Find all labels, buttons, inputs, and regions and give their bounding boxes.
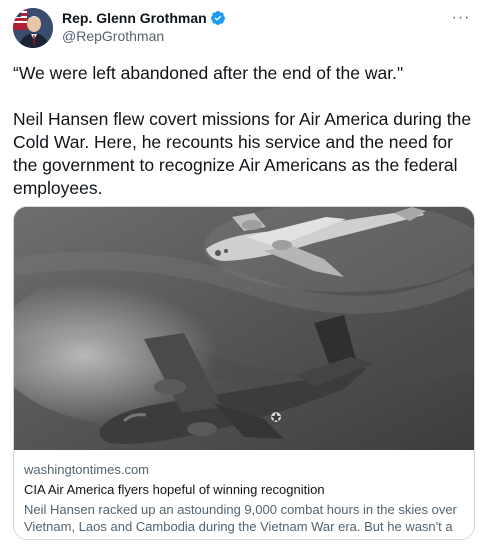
card-image[interactable] xyxy=(14,207,474,450)
name-row: Rep. Glenn Grothman xyxy=(62,9,226,27)
tweet[interactable]: Rep. Glenn Grothman @RepGrothman ··· “We… xyxy=(0,0,486,550)
link-card[interactable]: washingtontimes.com CIA Air America flye… xyxy=(13,206,475,540)
profile-photo-icon xyxy=(13,8,53,48)
handle[interactable]: @RepGrothman xyxy=(62,28,226,44)
card-meta[interactable]: washingtontimes.com CIA Air America flye… xyxy=(24,461,466,539)
more-icon[interactable]: ··· xyxy=(450,8,472,28)
avatar[interactable] xyxy=(13,8,53,48)
card-description: Neil Hansen racked up an astounding 9,00… xyxy=(24,502,457,539)
tweet-text: “We were left abandoned after the end of… xyxy=(13,63,472,198)
display-name[interactable]: Rep. Glenn Grothman xyxy=(62,10,207,26)
author-info[interactable]: Rep. Glenn Grothman @RepGrothman xyxy=(62,9,226,44)
card-title: CIA Air America flyers hopeful of winnin… xyxy=(24,482,325,497)
card-domain: washingtontimes.com xyxy=(24,462,149,477)
verified-badge-icon xyxy=(210,10,226,26)
aircraft-photo-icon xyxy=(14,207,474,450)
